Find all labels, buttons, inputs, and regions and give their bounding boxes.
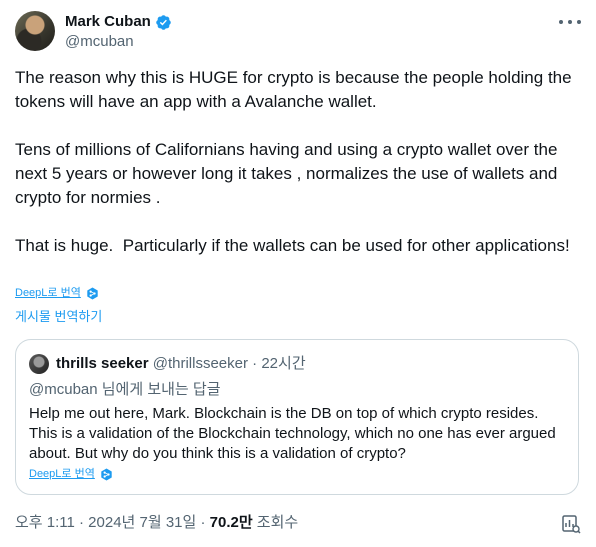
author-handle[interactable]: @mcuban: [65, 33, 134, 51]
deepl-translate-link[interactable]: DeepL로 번역: [15, 286, 81, 300]
quote-deepl-row: DeepL로 번역: [29, 467, 113, 481]
quote-deepl-link[interactable]: DeepL로 번역: [29, 467, 95, 481]
quote-author-handle: @thrillsseeker: [152, 355, 248, 372]
deepl-translate-row: DeepL로 번역: [15, 286, 99, 300]
views-label: 조회수: [252, 514, 299, 531]
more-icon[interactable]: [559, 15, 581, 29]
deepl-icon: [101, 468, 112, 480]
quote-header: thrills seeker @thrillsseeker · 22시간: [56, 355, 306, 373]
tweet-text: The reason why this is HUGE for crypto i…: [15, 68, 572, 255]
quote-separator: ·: [252, 355, 258, 372]
quote-reply-mention: @mcuban: [29, 381, 98, 398]
quote-text: Help me out here, Mark. Blockchain is th…: [29, 405, 556, 462]
tweet-datetime[interactable]: 오후 1:11 · 2024년 7월 31일 ·: [15, 514, 210, 531]
quote-reply-suffix: 님에게 보내는 답글: [97, 381, 221, 398]
verified-badge-icon: [156, 14, 171, 30]
quoted-tweet[interactable]: thrills seeker @thrillsseeker · 22시간 @mc…: [15, 339, 579, 495]
quote-time: 22시간: [261, 355, 306, 372]
deepl-icon: [87, 287, 98, 299]
tweet-header: Mark Cuban @mcuban: [15, 11, 581, 55]
quote-reply-context: @mcuban 님에게 보내는 답글: [29, 381, 221, 399]
translate-post-link[interactable]: 게시물 번역하기: [15, 309, 102, 325]
author-name-row: Mark Cuban: [65, 13, 172, 31]
tweet-meta: 오후 1:11 · 2024년 7월 31일 · 70.2만 조회수: [15, 514, 298, 532]
author-name[interactable]: Mark Cuban: [65, 13, 151, 31]
quote-author-name: thrills seeker: [56, 355, 149, 372]
views-count: 70.2만: [209, 514, 253, 531]
quote-avatar: [29, 354, 49, 374]
view-stats-icon[interactable]: [561, 514, 581, 534]
avatar[interactable]: [15, 11, 55, 51]
